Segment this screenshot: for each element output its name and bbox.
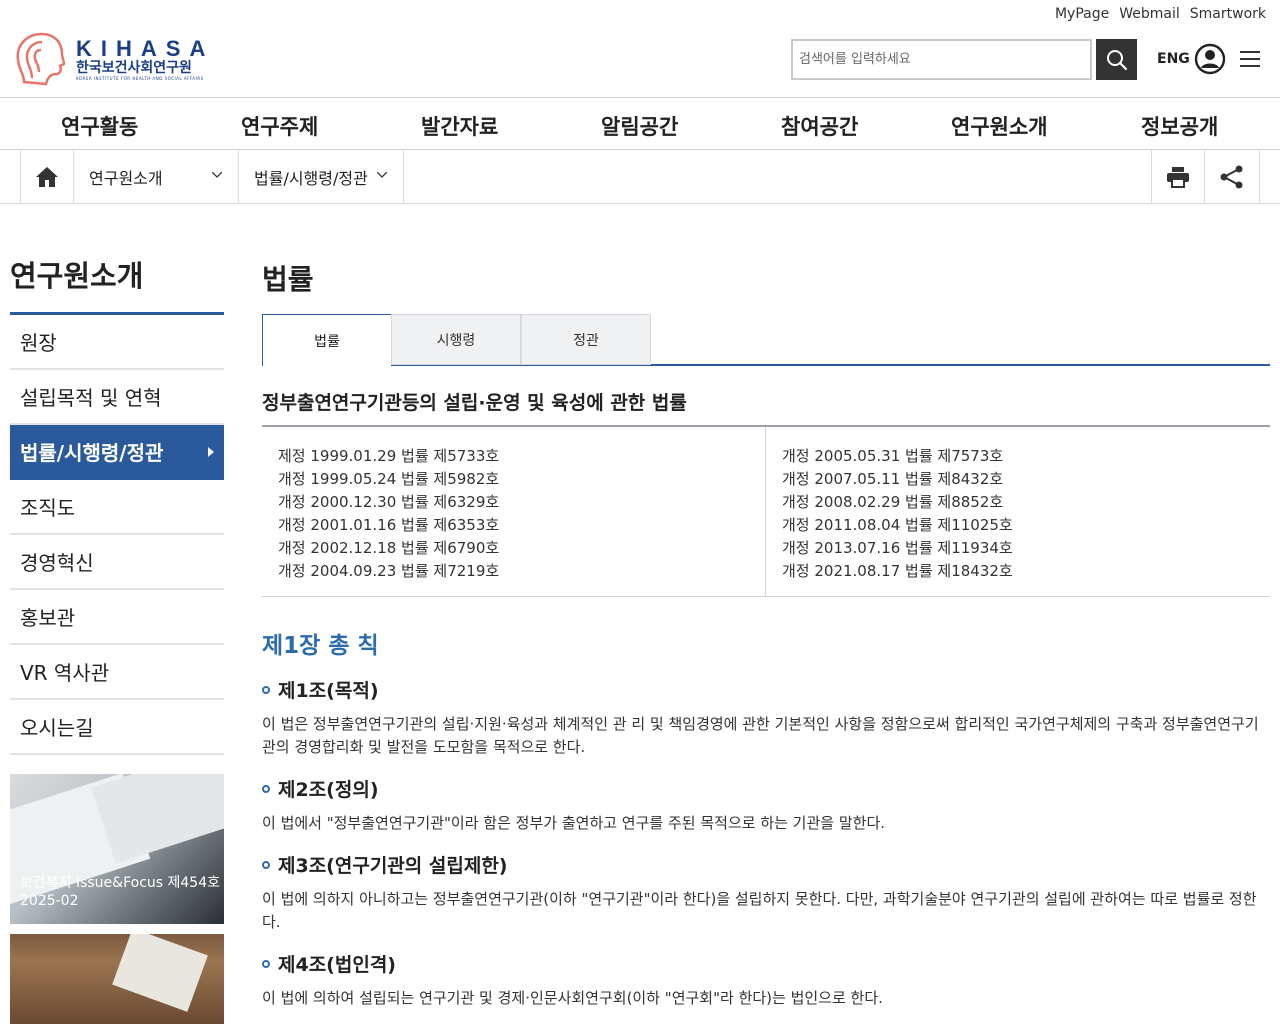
chevron-down-icon bbox=[377, 172, 387, 178]
global-navigation: 연구활동 연구주제 발간자료 알림공간 참여공간 연구원소개 정보공개 bbox=[0, 99, 1280, 150]
share-button[interactable] bbox=[1205, 150, 1260, 203]
print-button[interactable] bbox=[1151, 150, 1205, 203]
secondary-banner[interactable] bbox=[10, 934, 224, 1024]
gnb-notices[interactable]: 알림공간 bbox=[601, 111, 678, 141]
search-input[interactable] bbox=[791, 39, 1092, 80]
sidebar-item-organization[interactable]: 조직도 bbox=[10, 480, 224, 535]
banner-title: 보건복지 Issue&Focus 제454호 bbox=[20, 875, 221, 891]
sidebar-item-label: 원장 bbox=[20, 331, 57, 355]
article-body: 이 법은 정부출연연구기관의 설립·지원·육성과 체계적인 관 리 및 책임경영… bbox=[262, 715, 1259, 756]
history-divider bbox=[765, 427, 766, 597]
sidebar-item-label: 조직도 bbox=[20, 496, 76, 520]
history-entry: 개정 1999.05.24 법률 제5982호 bbox=[278, 470, 500, 488]
history-entry: 개정 2000.12.30 법률 제6329호 bbox=[278, 493, 500, 511]
law-tabs: 법률 시행령 정관 bbox=[262, 314, 1270, 366]
location-depth1-label: 연구원소개 bbox=[89, 168, 163, 188]
user-icon[interactable] bbox=[1194, 43, 1226, 75]
bullet-icon bbox=[262, 784, 270, 793]
sidebar-item-label: VR 역사관 bbox=[20, 661, 110, 685]
logo-mark-icon bbox=[16, 32, 66, 86]
banner-date: 2025-02 bbox=[20, 893, 79, 909]
sidebar-item-label: 오시는길 bbox=[20, 716, 94, 740]
article-heading: 제2조(정의) bbox=[278, 779, 379, 801]
article-heading: 제4조(법인격) bbox=[278, 954, 396, 976]
sidebar-item-label: 경영혁신 bbox=[20, 551, 94, 575]
article-heading: 제3조(연구기관의 설립제한) bbox=[278, 855, 508, 877]
gnb-publications[interactable]: 발간자료 bbox=[421, 111, 498, 141]
search-button[interactable] bbox=[1096, 39, 1137, 80]
history-entry: 개정 2011.08.04 법률 제11025호 bbox=[782, 516, 1013, 534]
sidebar-item-management-innovation[interactable]: 경영혁신 bbox=[10, 535, 224, 590]
search-bar bbox=[791, 39, 1137, 80]
location-depth2-dropdown[interactable]: 법률/시행령/정관 bbox=[239, 150, 404, 203]
history-entry: 개정 2013.07.16 법률 제11934호 bbox=[782, 539, 1013, 557]
banner-paper-graphic bbox=[91, 774, 224, 864]
caret-right-icon bbox=[208, 447, 214, 457]
gnb-participation[interactable]: 참여공간 bbox=[781, 111, 858, 141]
sidebar-title: 연구원소개 bbox=[10, 259, 144, 293]
sidebar-item-laws[interactable]: 법률/시행령/정관 bbox=[10, 425, 224, 480]
sidebar-item-label: 법률/시행령/정관 bbox=[20, 441, 164, 465]
home-button[interactable] bbox=[20, 150, 74, 203]
sidebar-menu: 원장 설립목적 및 연혁 법률/시행령/정관 조직도 경영혁신 홍보관 VR 역… bbox=[10, 315, 224, 755]
history-entry: 개정 2008.02.29 법률 제8852호 bbox=[782, 493, 1004, 511]
sidebar-item-history[interactable]: 설립목적 및 연혁 bbox=[10, 370, 224, 425]
article-body: 이 법에서 "정부출연연구기관"이라 함은 정부가 출연하고 연구를 주된 목적… bbox=[262, 814, 886, 832]
bullet-icon bbox=[262, 860, 270, 869]
sidebar-item-pr-hall[interactable]: 홍보관 bbox=[10, 590, 224, 645]
gnb-research-topics[interactable]: 연구주제 bbox=[241, 111, 318, 141]
tab-articles-of-incorporation[interactable]: 정관 bbox=[521, 314, 651, 365]
logo-subtitle: KOREA INSTITUTE FOR HEALTH AND SOCIAL AF… bbox=[76, 75, 204, 81]
bullet-icon bbox=[262, 959, 270, 968]
sidebar-item-label: 홍보관 bbox=[20, 606, 76, 630]
gnb-about[interactable]: 연구원소개 bbox=[951, 111, 1048, 141]
gnb-info-disclosure[interactable]: 정보공개 bbox=[1141, 111, 1218, 141]
print-icon bbox=[1167, 166, 1189, 188]
english-link[interactable]: ENG bbox=[1157, 51, 1190, 67]
article-1: 제1조(목적) 이 법은 정부출연연구기관의 설립·지원·육성과 체계적인 관 … bbox=[262, 676, 1272, 759]
issue-focus-banner[interactable]: 보건복지 Issue&Focus 제454호 2025-02 bbox=[10, 774, 224, 924]
share-icon bbox=[1220, 165, 1243, 188]
menu-icon[interactable] bbox=[1239, 49, 1261, 69]
site-logo[interactable]: KIHASA 한국보건사회연구원 KOREA INSTITUTE FOR HEA… bbox=[12, 30, 214, 88]
history-entry: 개정 2005.05.31 법률 제7573호 bbox=[782, 447, 1004, 465]
banner-envelope-graphic bbox=[112, 934, 208, 1012]
banner-caption: 보건복지 Issue&Focus 제454호 2025-02 bbox=[20, 874, 220, 910]
article-4: 제4조(법인격) 이 법에 의하여 설립되는 연구기관 및 경제·인문사회연구회… bbox=[262, 950, 1272, 1010]
chevron-down-icon bbox=[212, 172, 222, 178]
page-title: 법률 bbox=[262, 263, 314, 296]
history-right-column: 개정 2005.05.31 법률 제7573호 개정 2007.05.11 법률… bbox=[782, 445, 1013, 583]
history-entry: 개정 2007.05.11 법률 제8432호 bbox=[782, 470, 1004, 488]
history-entry: 개정 2001.01.16 법률 제6353호 bbox=[278, 516, 500, 534]
history-entry: 개정 2002.12.18 법률 제6790호 bbox=[278, 539, 500, 557]
history-entry: 제정 1999.01.29 법률 제5733호 bbox=[278, 447, 500, 465]
site-header: KIHASA 한국보건사회연구원 KOREA INSTITUTE FOR HEA… bbox=[0, 0, 1280, 98]
search-icon bbox=[1106, 49, 1127, 70]
amendment-history: 제정 1999.01.29 법률 제5733호 개정 1999.05.24 법률… bbox=[262, 425, 1270, 597]
article-3: 제3조(연구기관의 설립제한) 이 법에 의하지 아니하고는 정부출연연구기관(… bbox=[262, 851, 1272, 934]
sidebar-item-label: 설립목적 및 연혁 bbox=[20, 386, 162, 410]
chapter-title: 제1장 총 칙 bbox=[262, 633, 379, 659]
history-left-column: 제정 1999.01.29 법률 제5733호 개정 1999.05.24 법률… bbox=[278, 445, 499, 583]
history-entry: 개정 2021.08.17 법률 제18432호 bbox=[782, 562, 1013, 580]
article-body: 이 법에 의하지 아니하고는 정부출연연구기관(이하 "연구기관"이라 한다)을… bbox=[262, 890, 1257, 931]
history-entry: 개정 2004.09.23 법률 제7219호 bbox=[278, 562, 500, 580]
location-bar: 연구원소개 법률/시행령/정관 bbox=[0, 150, 1280, 204]
article-2: 제2조(정의) 이 법에서 "정부출연연구기관"이라 함은 정부가 출연하고 연… bbox=[262, 775, 1272, 835]
sidebar-item-vr-history[interactable]: VR 역사관 bbox=[10, 645, 224, 700]
location-depth2-label: 법률/시행령/정관 bbox=[254, 168, 368, 188]
gnb-research-activities[interactable]: 연구활동 bbox=[61, 111, 138, 141]
location-depth1-dropdown[interactable]: 연구원소개 bbox=[74, 150, 239, 203]
logo-korean: 한국보건사회연구원 bbox=[76, 59, 192, 76]
home-icon bbox=[36, 166, 58, 187]
article-body: 이 법에 의하여 설립되는 연구기관 및 경제·인문사회연구회(이하 "연구회"… bbox=[262, 989, 883, 1007]
tab-enforcement-decree[interactable]: 시행령 bbox=[391, 314, 521, 365]
article-heading: 제1조(목적) bbox=[278, 680, 379, 702]
sidebar-item-president[interactable]: 원장 bbox=[10, 315, 224, 370]
sidebar-item-directions[interactable]: 오시는길 bbox=[10, 700, 224, 755]
law-title: 정부출연연구기관등의 설립·운영 및 육성에 관한 법률 bbox=[262, 392, 687, 414]
tab-law[interactable]: 법률 bbox=[262, 314, 392, 366]
bullet-icon bbox=[262, 685, 270, 694]
logo-english: KIHASA bbox=[76, 35, 215, 61]
